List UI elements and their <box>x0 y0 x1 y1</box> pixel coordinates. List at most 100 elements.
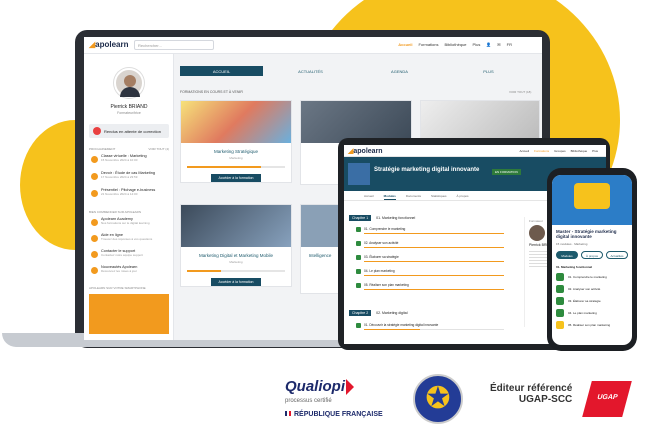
pending-corrections-button[interactable]: Rendus en attente de correction <box>89 124 169 138</box>
help-item[interactable]: Aide en ligne Trouvez des réponses à vos … <box>89 233 169 247</box>
course-category: Marketing <box>229 156 243 160</box>
lesson-item[interactable]: 02. Analyser son activité <box>552 283 632 295</box>
chapter-title[interactable]: 01. Marketing fonctionnel <box>552 261 632 271</box>
check-icon <box>356 255 361 260</box>
tab-accueil[interactable]: Accueil <box>364 194 374 200</box>
course-category: Marketing <box>574 242 588 246</box>
user-name: Pierrick BRIAND <box>110 104 148 110</box>
tab-modules[interactable]: Modules <box>383 194 396 200</box>
lesson-item[interactable]: 03. Élaborer sa stratégie <box>356 255 516 264</box>
user-icon[interactable]: 👤 <box>486 42 491 47</box>
tab-modules[interactable]: Modules <box>556 251 578 259</box>
agenda-item[interactable]: Devoir : Étude de cas Marketing 17 Novemb… <box>89 171 169 185</box>
tab-a-propos[interactable]: À propos <box>457 194 469 200</box>
course-category: Marketing <box>229 260 243 264</box>
marketing-mockup: ◢apolearn Rechercher... Accueil Formatio… <box>0 0 663 431</box>
tab-actualites[interactable]: ACTUALITÉS <box>269 66 352 76</box>
lesson-item[interactable]: 03. Élaborer sa stratégie <box>552 295 632 307</box>
course-image <box>181 101 291 143</box>
lesson-item[interactable]: 01. Comprendre le marketing <box>552 271 632 283</box>
course-image <box>301 205 339 247</box>
course-card[interactable]: Marketing Digital et Marketing Mobile Ma… <box>180 204 292 287</box>
help-sub: Trouvez des réponses à vos questions <box>101 237 153 241</box>
chapter-header[interactable]: Chapitre 2 02. Marketing digital <box>349 310 519 318</box>
lesson-item[interactable]: 02. Analyser son activité <box>356 241 516 250</box>
nav-formations[interactable]: Formations <box>418 42 438 47</box>
courses-see-all-link[interactable]: VOIR TOUT (18) <box>509 90 531 94</box>
help-item[interactable]: Contacter le support Contactez notre équi… <box>89 249 169 263</box>
tab-agenda[interactable]: AGENDA <box>358 66 441 76</box>
nav-plus[interactable]: Plus <box>473 42 481 47</box>
course-card[interactable]: Marketing Stratégique Marketing Accéder … <box>180 100 292 183</box>
nav-accueil[interactable]: Accueil <box>398 42 412 47</box>
nav-bibliotheque[interactable]: Bibliothèque <box>571 149 588 153</box>
apolearn-logo[interactable]: ◢apolearn <box>348 147 383 155</box>
access-course-button[interactable]: Accéder à la formation <box>211 278 261 286</box>
logo-text: apolearn <box>95 40 129 49</box>
ugap-logo: UGAP <box>582 381 632 417</box>
nav-bibliotheque[interactable]: Bibliothèque <box>445 42 467 47</box>
agenda-item[interactable]: Présentiel : Pitchage e-business 21 Novem… <box>89 188 169 202</box>
calendar-icon <box>91 173 98 180</box>
course-title: Stratégie marketing digital innovante <box>374 167 480 173</box>
modules-count: 15 modules <box>556 242 572 246</box>
french-flag-icon <box>285 411 291 416</box>
lesson-item[interactable]: 01. Découvrir la stratégie marketing dig… <box>356 323 516 332</box>
course-title: Intelligence <box>308 253 332 258</box>
lesson-title: 03. Élaborer sa stratégie <box>364 255 399 259</box>
agenda-see-all-link[interactable]: VOIR TOUT (4) <box>148 147 169 151</box>
nav-accueil[interactable]: Accueil <box>519 149 529 153</box>
qualiopi-text: Qualiopi <box>285 378 345 395</box>
course-progress <box>187 270 285 272</box>
search-input[interactable]: Rechercher... <box>134 40 214 50</box>
course-meta: 15 modules · Marketing <box>556 242 588 246</box>
course-title: Marketing Stratégique <box>213 149 259 154</box>
lang-select[interactable]: FR <box>507 42 512 47</box>
ugap-scc-text: UGAP-SCC <box>518 394 573 405</box>
status-badge: EN FORMATION <box>492 169 521 175</box>
help-sub: Nos formations sur le digital learning <box>101 221 150 225</box>
course-image <box>301 101 411 143</box>
course-thumbnail <box>348 163 370 185</box>
nav-groupes[interactable]: Groupes <box>554 149 566 153</box>
trainer-avatar[interactable] <box>529 225 545 241</box>
tab-statistiques[interactable]: Statistiques <box>431 194 447 200</box>
apolearn-logo[interactable]: ◢apolearn <box>89 40 129 49</box>
lesson-item[interactable]: 05. Réaliser son plan marketing <box>552 319 632 331</box>
lesson-title: 01. Découvrir la stratégie marketing dig… <box>364 323 439 327</box>
avatar[interactable] <box>114 68 144 98</box>
nav-formations[interactable]: Formations <box>534 149 549 153</box>
editor-reference: Éditeur référencé UGAP-SCC <box>490 383 572 405</box>
lesson-item[interactable]: 04. Le plan marketing <box>552 307 632 319</box>
calendar-icon <box>91 190 98 197</box>
help-item[interactable]: Nouveautés Apolearn Découvrez les mises à… <box>89 265 169 279</box>
lesson-title: 04. Le plan marketing <box>568 311 597 315</box>
lesson-item[interactable]: 05. Réaliser son plan marketing <box>356 283 516 292</box>
phone-tabs: Modules À propos Actualités <box>552 249 632 261</box>
check-icon <box>356 283 361 288</box>
lesson-title: 01. Comprendre le marketing <box>568 275 607 279</box>
check-icon <box>556 297 564 305</box>
alert-icon <box>93 127 101 135</box>
access-course-button[interactable]: Accéder à la formation <box>211 174 261 182</box>
nav-plus[interactable]: Plus <box>592 149 598 153</box>
mail-icon[interactable]: ✉ <box>497 42 500 47</box>
help-item[interactable]: Apolearn Academy Nos formations sur le di… <box>89 217 169 231</box>
chapter-header[interactable]: Chapitre 1 01. Marketing fonctionnel <box>349 215 519 223</box>
lesson-item[interactable]: 01. Comprendre le marketing <box>356 227 516 236</box>
lesson-item[interactable]: 04. Le plan marketing <box>356 269 516 278</box>
course-card-partial[interactable]: Intelligence <box>300 204 340 294</box>
tab-a-propos[interactable]: À propos <box>581 251 603 259</box>
courses-section-title: FORMATIONS EN COURS ET À VENIR <box>180 90 243 94</box>
tab-accueil[interactable]: ACCUEIL <box>180 66 263 76</box>
tab-actualites[interactable]: Actualités <box>606 251 628 259</box>
check-icon <box>556 309 564 317</box>
top-bar: ◢apolearn Rechercher... Accueil Formatio… <box>84 37 542 54</box>
tablet-nav: Accueil Formations Groupes Bibliothèque … <box>519 149 598 153</box>
mobile-section-title: APOLEARN SUR VOTRE SMARTPHONE <box>89 286 146 290</box>
course-title: Marketing Digital et Marketing Mobile <box>198 253 274 258</box>
megaphone-icon <box>574 183 610 209</box>
tab-plus[interactable]: PLUS <box>447 66 530 76</box>
tab-documents[interactable]: Documents <box>406 194 421 200</box>
agenda-item[interactable]: Classe virtuelle : Marketing 15 Novembre … <box>89 154 169 168</box>
